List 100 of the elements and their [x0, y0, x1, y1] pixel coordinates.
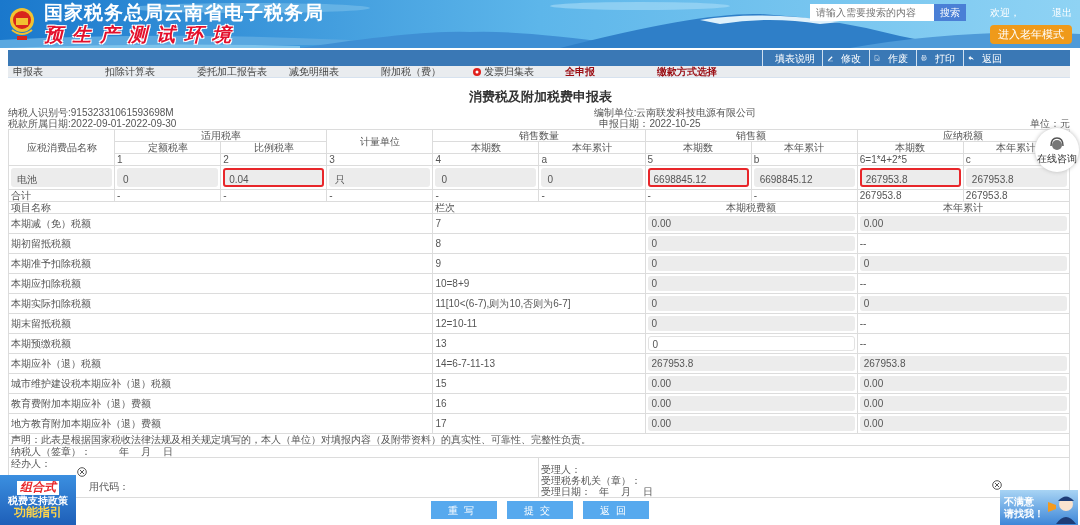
- table-cell: 期初留抵税额: [8, 233, 433, 254]
- table-cell: 地方教育附加本期应补（退）费额: [8, 413, 433, 434]
- promo-text: 组合式: [17, 481, 59, 495]
- table-cell: 4: [432, 153, 539, 166]
- table-cell: 6=1*4+2*5: [857, 153, 964, 166]
- tab[interactable]: 发票归集表: [468, 66, 560, 77]
- table-cell: 本期准予扣除税额: [8, 253, 433, 274]
- table-cell: 本期数: [432, 141, 539, 154]
- readonly-field: 0.00: [647, 376, 855, 392]
- readonly-field: 0.00: [859, 216, 1067, 232]
- table-cell: 教育费附加本期应补（退）费额: [8, 393, 433, 414]
- search-button[interactable]: 搜索: [934, 4, 966, 22]
- readonly-field: 267953.8: [647, 356, 855, 372]
- readonly-field: 0: [647, 276, 855, 292]
- readonly-field: 0.00: [859, 396, 1067, 412]
- tab[interactable]: 申报表: [8, 66, 100, 77]
- office-label: 受理税务机关（章）：: [541, 475, 642, 487]
- emblem-icon: [8, 6, 36, 42]
- table-cell: 本期减（免）税额: [8, 213, 433, 234]
- environment-label: 预生产测试环境: [44, 24, 241, 45]
- tab[interactable]: 减免明细表: [284, 66, 376, 77]
- readonly-field: 0.00: [647, 416, 855, 432]
- promo-text: 功能指引: [14, 505, 62, 519]
- table-cell: 本年累计: [538, 141, 646, 154]
- readonly-field: 0.00: [647, 396, 855, 412]
- date-label: 年: [599, 486, 610, 497]
- readonly-field: 0.04: [223, 168, 325, 188]
- close-icon[interactable]: [992, 480, 1002, 491]
- signature-label: 纳税人（签章）：: [11, 446, 91, 457]
- unit-label: 单位：元: [1030, 118, 1070, 130]
- table-cell: 项目名称: [8, 201, 433, 214]
- readonly-field: 0.00: [647, 216, 855, 232]
- tab[interactable]: 附加税（费）: [376, 66, 468, 77]
- input-field[interactable]: 0: [647, 336, 855, 352]
- table-cell: 本期实际扣除税额: [8, 293, 433, 314]
- date-label: 月: [141, 446, 151, 457]
- table-cell: --: [857, 313, 1070, 334]
- headset-icon: [1049, 136, 1065, 153]
- table-cell: 3: [326, 153, 433, 166]
- close-icon[interactable]: [77, 467, 87, 478]
- readonly-field: 0: [647, 236, 855, 252]
- table-cell: 5: [645, 153, 752, 166]
- form-button[interactable]: 提交: [507, 501, 573, 520]
- readonly-field: 0: [647, 316, 855, 332]
- table-cell: 适用税率: [114, 129, 327, 142]
- site-title: 国家税务总局云南省电子税务局: [44, 3, 324, 24]
- date-label: 日: [643, 486, 654, 497]
- table-cell: --: [857, 233, 1070, 254]
- table-cell: 本期数: [857, 141, 964, 154]
- table-cell: --: [857, 273, 1070, 294]
- table-cell: -: [645, 189, 752, 202]
- table-cell: -: [432, 189, 539, 202]
- table-cell: 7: [432, 213, 646, 234]
- table-cell: --: [857, 333, 1070, 354]
- promo-text: 请找我！: [1004, 507, 1044, 520]
- table-cell: 期末留抵税额: [8, 313, 433, 334]
- readonly-field: 0.00: [859, 416, 1067, 432]
- taxpayer-id: 纳税人识别号:91532331061593698M: [8, 107, 174, 119]
- table-cell: 定额税率: [114, 141, 221, 154]
- readonly-field: 0: [859, 296, 1067, 312]
- chat-button[interactable]: 在线咨询: [1035, 128, 1079, 172]
- readonly-field: 6698845.12: [753, 168, 855, 188]
- form-button[interactable]: 返回: [583, 501, 649, 520]
- form-button[interactable]: 重写: [431, 501, 497, 520]
- company-name: 编制单位:云南联发科技电源有限公司: [593, 107, 757, 119]
- table-cell: 本期应扣除税额: [8, 273, 433, 294]
- table-cell: b: [751, 153, 858, 166]
- filing-date: 申报日期：2022-10-25: [599, 118, 701, 130]
- tab[interactable]: 缴款方式选择: [652, 66, 744, 77]
- form-title: 消费税及附加税费申报表: [467, 90, 613, 105]
- table-cell: -: [538, 189, 646, 202]
- welcome-text: 欢迎，: [990, 7, 1020, 19]
- tab[interactable]: 委托加工报告表: [192, 66, 284, 77]
- table-cell: 本期应补（退）税额: [8, 353, 433, 374]
- alert-dot-icon: [473, 67, 481, 76]
- table-cell: 销售数量: [432, 129, 646, 142]
- tax-period: 税款所属日期:2022-09-01-2022-09-30: [8, 118, 177, 130]
- table-cell: 8: [432, 233, 646, 254]
- table-cell: 2: [220, 153, 327, 166]
- table-cell: -: [326, 189, 433, 202]
- search-field[interactable]: 请输入需要搜索的内容: [810, 4, 934, 22]
- table-cell: 13: [432, 333, 646, 354]
- promo-text: 不满意: [1004, 495, 1035, 508]
- readonly-field: 0: [117, 168, 219, 188]
- table-cell: 本年累计: [857, 201, 1070, 214]
- table-cell: 1: [114, 153, 221, 166]
- table-cell: 9: [432, 253, 646, 274]
- table-cell: 城市维护建设税本期应补（退）税额: [8, 373, 433, 394]
- readonly-field: 267953.8: [859, 356, 1067, 372]
- tab[interactable]: 扣除计算表: [100, 66, 192, 77]
- table-cell: 11[10<(6-7),则为10,否则为6-7]: [432, 293, 646, 314]
- table-cell: -: [114, 189, 221, 202]
- table-cell: 本年累计: [751, 141, 858, 154]
- table-cell: 本期预缴税额: [8, 333, 433, 354]
- table-cell: 合计: [8, 189, 115, 202]
- readonly-field: 电池: [11, 168, 113, 188]
- date-label: 年: [119, 446, 129, 457]
- table-cell: 销售额: [645, 129, 858, 142]
- handler-label: 用代码：: [89, 481, 129, 493]
- tab[interactable]: 全申报: [560, 66, 652, 77]
